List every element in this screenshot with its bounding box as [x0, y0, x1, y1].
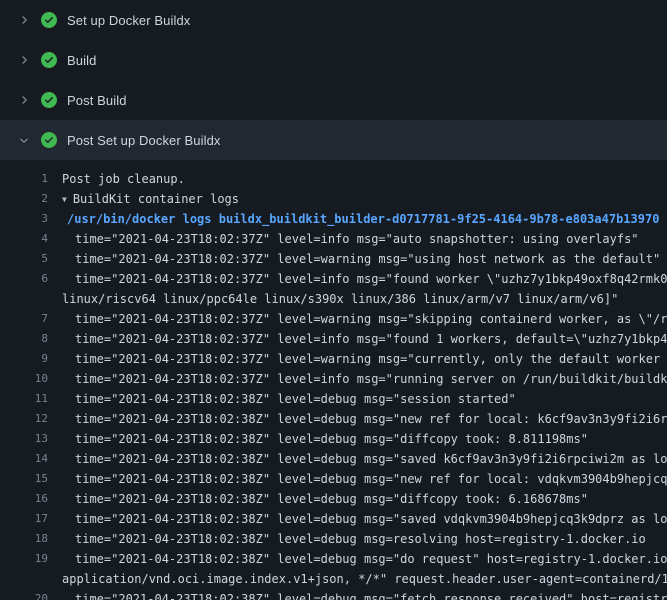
log-text: time="2021-04-23T18:02:38Z" level=debug …	[75, 529, 667, 549]
log-text: time="2021-04-23T18:02:37Z" level=warnin…	[75, 309, 667, 329]
log-line: 11 time="2021-04-23T18:02:38Z" level=debu…	[0, 389, 667, 409]
line-number[interactable]: 7	[0, 309, 48, 329]
line-number	[0, 569, 48, 589]
log-line: 1 Post job cleanup.	[0, 169, 667, 189]
step-label: Set up Docker Buildx	[67, 13, 190, 28]
log-line: 10 time="2021-04-23T18:02:37Z" level=info…	[0, 369, 667, 389]
step-header-build[interactable]: Build	[0, 40, 667, 80]
line-number[interactable]: 19	[0, 549, 48, 569]
log-line: 7 time="2021-04-23T18:02:37Z" level=warni…	[0, 309, 667, 329]
log-line: 5 time="2021-04-23T18:02:37Z" level=warni…	[0, 249, 667, 269]
step-header-setup-docker-buildx[interactable]: Set up Docker Buildx	[0, 0, 667, 40]
log-command-text: /usr/bin/docker logs buildx_buildkit_bui…	[67, 209, 667, 229]
triangle-down-icon[interactable]: ▼	[62, 190, 67, 209]
line-number[interactable]: 17	[0, 509, 48, 529]
log-text: time="2021-04-23T18:02:38Z" level=debug …	[75, 589, 667, 600]
line-number[interactable]: 15	[0, 469, 48, 489]
log-line: 16 time="2021-04-23T18:02:38Z" level=debu…	[0, 489, 667, 509]
line-number[interactable]: 9	[0, 349, 48, 369]
log-line: 6 time="2021-04-23T18:02:37Z" level=info …	[0, 269, 667, 289]
log-text: Post job cleanup.	[62, 169, 667, 189]
log-text: time="2021-04-23T18:02:37Z" level=info m…	[75, 229, 667, 249]
check-circle-icon	[41, 132, 57, 148]
line-number[interactable]: 16	[0, 489, 48, 509]
check-circle-icon	[41, 52, 57, 68]
chevron-right-icon	[16, 52, 32, 68]
line-number[interactable]: 5	[0, 249, 48, 269]
log-line: 3/usr/bin/docker logs buildx_buildkit_bu…	[0, 209, 667, 229]
chevron-right-icon	[16, 92, 32, 108]
log-line: 17 time="2021-04-23T18:02:38Z" level=debu…	[0, 509, 667, 529]
log-text: time="2021-04-23T18:02:37Z" level=info m…	[75, 269, 667, 289]
log-text: time="2021-04-23T18:02:38Z" level=debug …	[75, 469, 667, 489]
log-text: time="2021-04-23T18:02:38Z" level=debug …	[75, 449, 667, 469]
log-text: ▼BuildKit container logs	[62, 189, 667, 209]
log-text: time="2021-04-23T18:02:37Z" level=warnin…	[75, 249, 667, 269]
log-line: linux/riscv64 linux/ppc64le linux/s390x …	[0, 289, 667, 309]
line-number[interactable]: 14	[0, 449, 48, 469]
log-text: application/vnd.oci.image.index.v1+json,…	[62, 569, 667, 589]
line-number[interactable]: 12	[0, 409, 48, 429]
log-line: 19 time="2021-04-23T18:02:38Z" level=debu…	[0, 549, 667, 569]
line-number	[0, 289, 48, 309]
line-number[interactable]: 1	[0, 169, 48, 189]
line-number[interactable]: 3	[0, 209, 48, 229]
step-label: Post Set up Docker Buildx	[67, 133, 221, 148]
line-number[interactable]: 13	[0, 429, 48, 449]
log-line: 4 time="2021-04-23T18:02:37Z" level=info …	[0, 229, 667, 249]
log-line: application/vnd.oci.image.index.v1+json,…	[0, 569, 667, 589]
log-line: 15 time="2021-04-23T18:02:38Z" level=debu…	[0, 469, 667, 489]
log-line: 9 time="2021-04-23T18:02:37Z" level=warni…	[0, 349, 667, 369]
log-line: 18 time="2021-04-23T18:02:38Z" level=debu…	[0, 529, 667, 549]
log-line: 13 time="2021-04-23T18:02:38Z" level=debu…	[0, 429, 667, 449]
line-number[interactable]: 18	[0, 529, 48, 549]
check-circle-icon	[41, 92, 57, 108]
log-line: 8 time="2021-04-23T18:02:37Z" level=info …	[0, 329, 667, 349]
line-number[interactable]: 6	[0, 269, 48, 289]
log-text: time="2021-04-23T18:02:38Z" level=debug …	[75, 429, 667, 449]
line-number[interactable]: 8	[0, 329, 48, 349]
log-line: 14 time="2021-04-23T18:02:38Z" level=debu…	[0, 449, 667, 469]
step-label: Build	[67, 53, 96, 68]
check-circle-icon	[41, 12, 57, 28]
line-number[interactable]: 2	[0, 189, 48, 209]
log-text: linux/riscv64 linux/ppc64le linux/s390x …	[62, 289, 667, 309]
log-text: time="2021-04-23T18:02:38Z" level=debug …	[75, 389, 667, 409]
log-text: time="2021-04-23T18:02:38Z" level=debug …	[75, 549, 667, 569]
chevron-right-icon	[16, 12, 32, 28]
line-number[interactable]: 10	[0, 369, 48, 389]
line-number[interactable]: 4	[0, 229, 48, 249]
log-line: 12 time="2021-04-23T18:02:38Z" level=debu…	[0, 409, 667, 429]
log-text: time="2021-04-23T18:02:37Z" level=info m…	[75, 369, 667, 389]
line-number[interactable]: 11	[0, 389, 48, 409]
step-header-post-build[interactable]: Post Build	[0, 80, 667, 120]
log-text: time="2021-04-23T18:02:38Z" level=debug …	[75, 489, 667, 509]
step-label: Post Build	[67, 93, 127, 108]
log-line: 2 ▼BuildKit container logs	[0, 189, 667, 209]
log-text: time="2021-04-23T18:02:38Z" level=debug …	[75, 409, 667, 429]
chevron-down-icon	[16, 132, 32, 148]
log-line: 20 time="2021-04-23T18:02:38Z" level=debu…	[0, 589, 667, 600]
step-header-post-setup-docker-buildx[interactable]: Post Set up Docker Buildx	[0, 120, 667, 160]
line-number[interactable]: 20	[0, 589, 48, 600]
log-text: time="2021-04-23T18:02:37Z" level=warnin…	[75, 349, 667, 369]
log-text: time="2021-04-23T18:02:37Z" level=info m…	[75, 329, 667, 349]
log-text: time="2021-04-23T18:02:38Z" level=debug …	[75, 509, 667, 529]
step-list: Set up Docker Buildx Build Post Build Post …	[0, 0, 667, 160]
log-container: 1 Post job cleanup. 2 ▼BuildKit container l…	[0, 160, 667, 600]
